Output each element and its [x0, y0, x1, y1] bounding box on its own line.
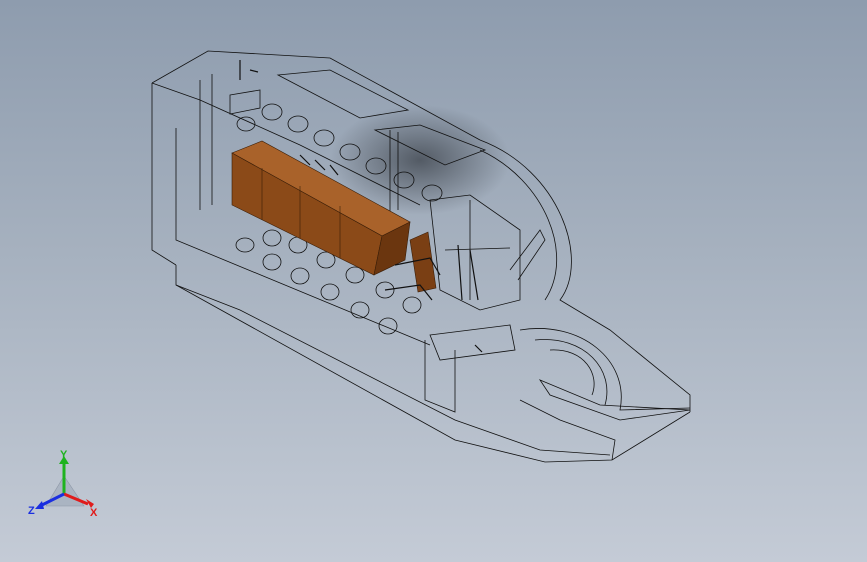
hull-bottom-line	[175, 265, 691, 463]
bow-deck-curve-3	[549, 349, 595, 396]
frame-post-3	[424, 340, 456, 413]
hull-left-side	[151, 83, 177, 266]
z-axis-label: Z	[28, 505, 35, 517]
x-axis-label: X	[90, 507, 98, 519]
bow-deck-curve	[519, 328, 691, 411]
frame-bar-diag	[509, 229, 546, 281]
frame-panel-bottom	[429, 324, 516, 361]
hull-keel-line	[175, 284, 611, 456]
frame-box-right-2	[444, 200, 511, 300]
cad-graphics-area[interactable]: Y X Z	[0, 0, 867, 562]
bow-deck-curve-2	[534, 339, 608, 406]
bow-lower	[519, 399, 616, 461]
y-axis-label: Y	[60, 449, 68, 461]
bow-curve-outer	[479, 139, 691, 412]
hatch-lid-3	[229, 89, 261, 115]
coordinate-triad[interactable]: Y X Z	[28, 449, 98, 519]
bow-tip	[538, 379, 691, 421]
z-axis-arrowhead	[35, 501, 44, 509]
frame-post-1	[199, 74, 213, 210]
